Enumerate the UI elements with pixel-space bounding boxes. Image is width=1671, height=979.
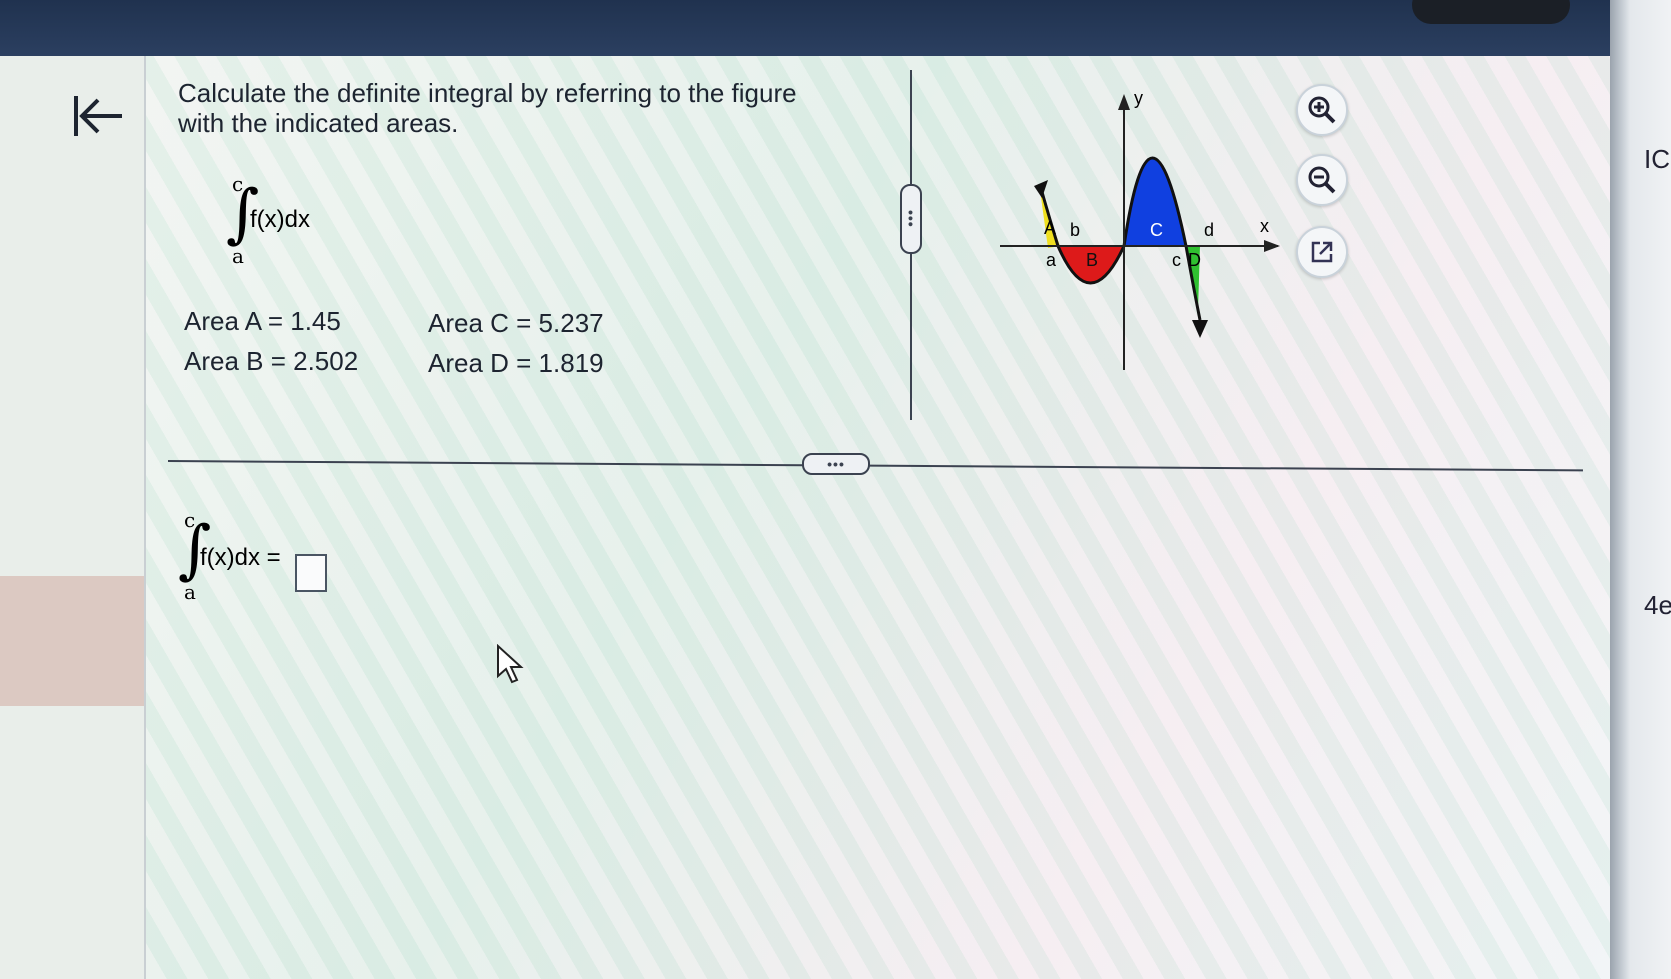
zoom-in-button[interactable] [1296, 84, 1348, 136]
question-text: Calculate the definite integral by refer… [178, 78, 838, 138]
area-c-label: Area C = 5.237 [428, 308, 604, 338]
answer-integrand: f(x)dx = [200, 544, 281, 571]
left-panel-highlight [0, 576, 144, 706]
question-line-1: Calculate the definite integral by refer… [178, 78, 797, 108]
x-axis-arrow [1264, 240, 1280, 252]
y-axis-arrow [1118, 94, 1130, 110]
open-in-new-window-button[interactable] [1296, 226, 1348, 278]
zoom-out-icon [1308, 166, 1336, 194]
arrow-left-bar-icon [74, 96, 122, 136]
answer-lower-limit: a [184, 580, 196, 604]
areas-column-right: Area C = 5.237 Area D = 1.819 [428, 308, 604, 388]
vertical-resize-handle[interactable]: ••• [900, 184, 922, 254]
more-horizontal-icon: ••• [827, 456, 845, 472]
x-axis-label: x [1260, 216, 1269, 236]
graph-figure: y x a b c d A B C D [990, 80, 1290, 385]
y-axis-label: y [1134, 88, 1143, 108]
area-b-label: Area B = 2.502 [184, 346, 359, 376]
region-a-label: A [1044, 218, 1056, 238]
region-c-label: C [1150, 220, 1163, 240]
graph-svg: y x a b c d A B C D [1000, 88, 1280, 370]
curve-arrow-bottom [1192, 320, 1208, 338]
left-panel [0, 56, 146, 979]
strip-text-top: IC [1644, 144, 1670, 174]
strip-text-bottom: 4e [1644, 590, 1671, 620]
curve-arrow-top [1034, 180, 1048, 198]
top-bar [0, 0, 1610, 56]
zoom-in-icon [1308, 96, 1336, 124]
area-d-label: Area D = 1.819 [428, 348, 604, 378]
more-vertical-icon: ••• [903, 210, 919, 228]
point-b-label: b [1070, 220, 1080, 240]
mouse-pointer-icon [497, 644, 524, 684]
region-d-label: D [1188, 250, 1201, 270]
answer-input[interactable] [295, 554, 327, 592]
point-d-label: d [1204, 220, 1214, 240]
point-a-label: a [1046, 250, 1057, 270]
collapse-back-button[interactable] [70, 88, 126, 144]
integrand: f(x)dx [250, 206, 310, 233]
areas-column-left: Area A = 1.45 Area B = 2.502 [184, 306, 358, 386]
adjacent-window-strip: IC 4e [1610, 0, 1671, 979]
zoom-out-button[interactable] [1296, 154, 1348, 206]
region-b-label: B [1086, 250, 1098, 270]
question-line-2: with the indicated areas. [178, 108, 459, 138]
integral-lower-limit: a [232, 244, 244, 268]
integral-expression: c ∫ a f(x)dx [226, 172, 366, 268]
area-a-label: Area A = 1.45 [184, 306, 341, 336]
horizontal-resize-handle[interactable]: ••• [802, 453, 870, 475]
point-c-label: c [1172, 250, 1181, 270]
answer-integral-expression: c ∫ a f(x)dx = [178, 508, 298, 612]
top-bar-button[interactable] [1412, 0, 1570, 24]
external-link-icon [1311, 241, 1333, 263]
